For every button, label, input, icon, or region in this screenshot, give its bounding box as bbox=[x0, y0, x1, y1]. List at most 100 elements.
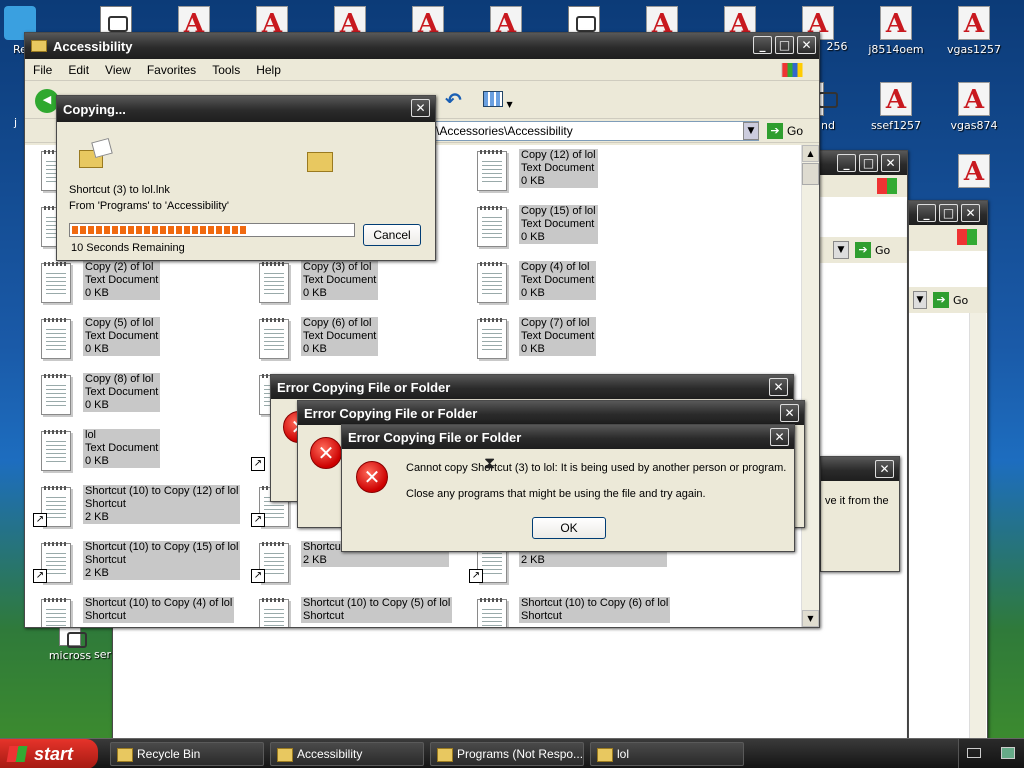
file-item[interactable]: Shortcut (10) to Copy (4) of lol Shortcut bbox=[41, 597, 253, 627]
file-label: lol Text Document 0 KB bbox=[83, 429, 161, 468]
file-item[interactable]: Copy (6) of lol Text Document 0 KB bbox=[259, 317, 471, 369]
close-button[interactable]: ✕ bbox=[770, 428, 789, 446]
pdf-icon bbox=[958, 82, 990, 116]
file-label: Copy (2) of lol Text Document 0 KB bbox=[83, 261, 161, 300]
cancel-button[interactable]: Cancel bbox=[363, 224, 421, 246]
menu-favorites[interactable]: Favorites bbox=[139, 63, 204, 77]
taskbar-item-recycle-bin[interactable]: Recycle Bin bbox=[110, 742, 264, 766]
menu-help[interactable]: Help bbox=[248, 63, 289, 77]
text-file-icon bbox=[477, 206, 507, 247]
go-arrow-icon: ➔ bbox=[767, 123, 783, 139]
start-button[interactable]: start bbox=[0, 739, 98, 768]
menu-file[interactable]: File bbox=[25, 63, 60, 77]
file-item[interactable]: lol Text Document 0 KB bbox=[41, 429, 253, 481]
close-button[interactable]: ✕ bbox=[769, 378, 788, 396]
error-icon: ✕ bbox=[310, 437, 342, 469]
file-item[interactable]: Shortcut (10) to Copy (6) of lol Shortcut bbox=[477, 597, 689, 627]
scroll-down-button[interactable]: ▼ bbox=[802, 610, 819, 627]
undo-button[interactable]: ↶ bbox=[445, 89, 469, 113]
menu-edit[interactable]: Edit bbox=[60, 63, 97, 77]
file-item[interactable]: Copy (12) of lol Text Document 0 KB bbox=[477, 149, 689, 201]
pdf-icon bbox=[958, 154, 990, 188]
taskbar-item-accessibility[interactable]: Accessibility bbox=[270, 742, 424, 766]
maximize-button[interactable]: □ bbox=[775, 36, 794, 54]
close-button[interactable]: ✕ bbox=[875, 460, 894, 478]
maximize-button[interactable]: □ bbox=[859, 154, 878, 172]
file-label: Shortcut (10) to Copy (15) of lol Shortcu… bbox=[83, 541, 241, 580]
windows-flag-icon bbox=[6, 746, 28, 762]
file-item[interactable]: Copy (5) of lol Text Document 0 KB bbox=[41, 317, 253, 369]
title-bar[interactable]: _ □ ✕ bbox=[909, 201, 987, 225]
text-file-icon bbox=[41, 262, 71, 303]
taskbar-item-lol[interactable]: lol bbox=[590, 742, 744, 766]
desktop-icon-vgas874[interactable]: vgas874 bbox=[936, 82, 1012, 132]
vertical-scrollbar[interactable] bbox=[969, 313, 986, 739]
error-icon: ✕ bbox=[356, 461, 388, 493]
keyboard-icon[interactable] bbox=[967, 748, 981, 758]
file-item[interactable]: ↗ Shortcut (10) to Copy (12) of lol Shortc… bbox=[33, 485, 253, 537]
minimize-button[interactable]: _ bbox=[917, 204, 936, 222]
ok-button[interactable]: OK bbox=[532, 517, 606, 539]
address-dropdown-button[interactable]: ▼ bbox=[913, 291, 927, 309]
background-error-dialog[interactable]: ✕ ve it from the bbox=[820, 456, 900, 572]
file-item[interactable]: Copy (3) of lol Text Document 0 KB bbox=[259, 261, 471, 313]
maximize-button[interactable]: □ bbox=[939, 204, 958, 222]
file-item[interactable]: Copy (2) of lol Text Document 0 KB bbox=[41, 261, 253, 313]
title-bar[interactable]: Error Copying File or Folder ✕ bbox=[298, 401, 804, 425]
start-label: start bbox=[34, 743, 74, 764]
shortcut-arrow-icon: ↗ bbox=[33, 513, 47, 527]
desktop-icon-j8514oem[interactable]: j8514oem bbox=[858, 6, 934, 56]
taskbar-item-label: Accessibility bbox=[297, 747, 363, 761]
file-label: Copy (12) of lol Text Document 0 KB bbox=[519, 149, 598, 188]
file-item[interactable]: Copy (8) of lol Text Document 0 KB bbox=[41, 373, 253, 425]
text-file-icon bbox=[477, 598, 507, 627]
title-bar[interactable]: Copying... ✕ bbox=[57, 96, 435, 122]
close-button[interactable]: ✕ bbox=[961, 204, 980, 222]
desktop-icon-label: 256 bbox=[826, 40, 848, 53]
close-button[interactable]: ✕ bbox=[780, 404, 799, 422]
desktop-icon-label: vgas1257 bbox=[947, 43, 1001, 56]
file-item[interactable]: Shortcut (10) to Copy (5) of lol Shortcut bbox=[259, 597, 471, 627]
taskbar-item-programs[interactable]: Programs (Not Respo... bbox=[430, 742, 584, 766]
file-item[interactable]: Copy (4) of lol Text Document 0 KB bbox=[477, 261, 689, 313]
scroll-up-button[interactable]: ▲ bbox=[802, 145, 819, 162]
go-label: Go bbox=[875, 243, 891, 257]
close-button[interactable]: ✕ bbox=[411, 99, 430, 117]
desktop-icon-label: ssef1257 bbox=[870, 119, 922, 132]
close-button[interactable]: ✕ bbox=[797, 36, 816, 54]
address-input[interactable]: \Accessories\Accessibility bbox=[433, 121, 759, 141]
file-label: Copy (8) of lol Text Document 0 KB bbox=[83, 373, 161, 412]
go-button[interactable]: ➔ Go bbox=[767, 122, 811, 140]
file-item[interactable]: Copy (15) of lol Text Document 0 KB bbox=[477, 205, 689, 257]
text-file-icon bbox=[41, 318, 71, 359]
desktop-icon-label: vgas874 bbox=[950, 119, 998, 132]
desktop-icon-pdf[interactable] bbox=[936, 154, 1012, 191]
desktop-icon-vgas1257[interactable]: vgas1257 bbox=[936, 6, 1012, 56]
error-dialog-active[interactable]: Error Copying File or Folder ✕ ✕ Cannot … bbox=[341, 424, 795, 552]
address-dropdown-button[interactable]: ▼ bbox=[833, 241, 849, 259]
vertical-scrollbar[interactable]: ▲ ▼ bbox=[801, 145, 819, 627]
views-button[interactable]: ▼ bbox=[483, 91, 515, 111]
copying-dialog[interactable]: Copying... ✕ Shortcut (3) to lol.lnk Fro… bbox=[56, 95, 436, 261]
title-bar[interactable]: Error Copying File or Folder ✕ bbox=[271, 375, 793, 399]
menu-tools[interactable]: Tools bbox=[204, 63, 248, 77]
file-item[interactable]: ↗ Shortcut (10) to Copy (15) of lol Shortc… bbox=[33, 541, 253, 593]
minimize-button[interactable]: _ bbox=[837, 154, 856, 172]
menu-view[interactable]: View bbox=[97, 63, 139, 77]
title-bar[interactable]: Accessibility _ □ ✕ bbox=[25, 33, 819, 59]
title-bar[interactable]: Error Copying File or Folder ✕ bbox=[342, 425, 794, 449]
close-button[interactable]: ✕ bbox=[881, 154, 900, 172]
address-dropdown-button[interactable]: ▼ bbox=[743, 122, 759, 140]
background-window-lol[interactable]: _ □ ✕ ▼ ➔ Go bbox=[908, 200, 988, 740]
network-icon[interactable] bbox=[1001, 747, 1015, 759]
file-label: Copy (4) of lol Text Document 0 KB bbox=[519, 261, 597, 300]
title-bar[interactable]: ✕ bbox=[821, 457, 899, 481]
file-label: Copy (5) of lol Text Document 0 KB bbox=[83, 317, 161, 356]
file-item[interactable]: Copy (7) of lol Text Document 0 KB bbox=[477, 317, 689, 369]
text-file-icon bbox=[259, 598, 289, 627]
go-button[interactable]: ➔ Go bbox=[933, 291, 985, 309]
go-button[interactable]: ➔ Go bbox=[855, 241, 905, 259]
desktop-icon-ssef1257[interactable]: ssef1257 bbox=[858, 82, 934, 132]
scroll-thumb[interactable] bbox=[802, 163, 819, 185]
minimize-button[interactable]: _ bbox=[753, 36, 772, 54]
